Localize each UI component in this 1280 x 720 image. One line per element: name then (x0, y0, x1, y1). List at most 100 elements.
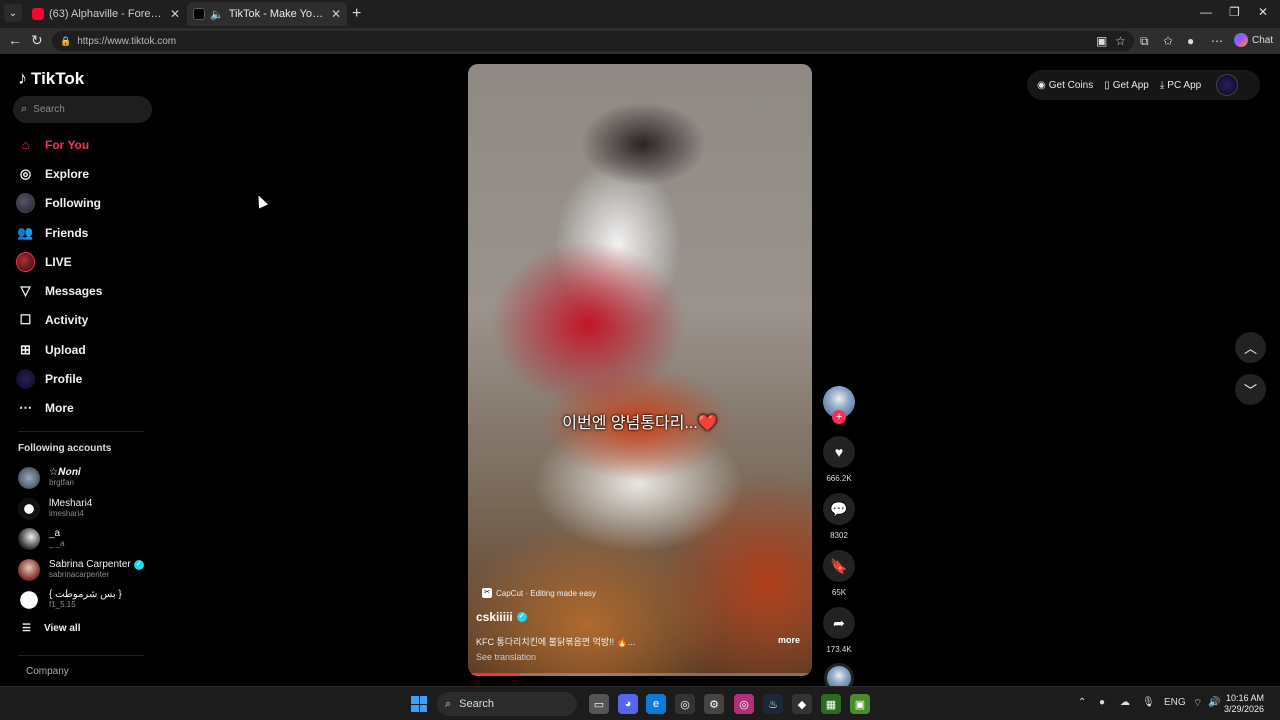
sidebar-item-upload[interactable]: ⊞ Upload (16, 335, 176, 364)
next-video-chevron-down-icon[interactable]: ﹀ (1235, 374, 1266, 405)
account-item[interactable]: lMeshari4 lmeshari4 (18, 494, 158, 525)
discord-icon[interactable]: ◕ (618, 694, 638, 714)
video-author[interactable]: cskiiiii ✓ (476, 610, 527, 624)
windows-start-icon[interactable] (411, 696, 427, 712)
refresh-icon[interactable]: ↻ (31, 32, 43, 49)
copilot-chat-button[interactable]: Chat (1234, 33, 1273, 47)
close-window-icon[interactable]: ✕ (1258, 5, 1268, 19)
sidebar-item-live[interactable]: LIVE (16, 247, 176, 276)
language-indicator[interactable]: ENG (1164, 697, 1186, 708)
get-app-button[interactable]: ▯ Get App (1104, 80, 1149, 91)
account-handle: brgtfan (49, 478, 74, 488)
share-action[interactable]: ➦ 173.4K (822, 607, 856, 654)
close-tab-icon[interactable]: ✕ (331, 7, 341, 21)
favorite-star-icon[interactable]: ☆ (1115, 34, 1126, 48)
tray-app-icon[interactable]: ● (1099, 697, 1105, 708)
app-icon[interactable]: ◆ (792, 694, 812, 714)
video-progress-fill (468, 673, 520, 676)
coin-icon: ◉ (1037, 79, 1046, 91)
get-coins-button[interactable]: ◉ Get Coins (1037, 80, 1093, 91)
sidebar-item-profile[interactable]: Profile (16, 364, 176, 393)
user-avatar[interactable] (1216, 74, 1239, 96)
restore-icon[interactable]: ❐ (1229, 5, 1240, 19)
capcut-text: CapCut · Editing made easy (496, 588, 597, 598)
see-translation-link[interactable]: See translation (476, 652, 536, 662)
minimize-icon[interactable]: — (1200, 5, 1212, 19)
settings-gear-icon[interactable]: ⚙ (704, 694, 724, 714)
sidebar-item-messages[interactable]: ▽ Messages (16, 276, 176, 305)
view-all-button[interactable]: ☰ View all (22, 623, 80, 634)
account-item[interactable]: { بس شرموطت } f1_5.15 (18, 585, 158, 616)
company-link[interactable]: Company (26, 666, 69, 677)
reader-view-icon[interactable]: ▣ (1096, 34, 1107, 48)
account-handle: f1_5.15 (49, 600, 76, 610)
sidebar-item-for-you[interactable]: ⌂ For You (16, 130, 176, 159)
capcut-badge[interactable]: ✂ CapCut · Editing made easy (482, 588, 596, 598)
browser-tab-tiktok[interactable]: 🔈 TikTok - Make Your Day ✕ (187, 2, 347, 26)
more-menu-icon[interactable]: ⋯ (1211, 34, 1223, 48)
sidebar-item-label: Friends (45, 225, 89, 240)
minecraft-launcher-icon[interactable]: ▣ (850, 694, 870, 714)
bookmark-icon[interactable]: 🔖 (823, 550, 855, 582)
account-item[interactable]: _a _ _a (18, 524, 158, 555)
url-text: https://www.tiktok.com (77, 35, 177, 47)
follow-plus-icon[interactable]: + (832, 410, 846, 424)
taskbar-search[interactable]: ⌕ Search (437, 692, 577, 716)
minecraft-icon[interactable]: ▦ (821, 694, 841, 714)
volume-icon[interactable]: 🔊 (1208, 697, 1220, 708)
sidebar-item-friends[interactable]: 👥 Friends (16, 218, 176, 247)
more-button[interactable]: more (778, 635, 800, 645)
video-player[interactable]: 이번엔 양념통다리...❤️ ✂ CapCut · Editing made e… (468, 64, 812, 676)
account-item[interactable]: Sabrina Carpenter ✓ sabrinacarpenter (18, 555, 158, 586)
sidebar-item-label: Following (45, 196, 101, 211)
search-box[interactable]: ⌕ (13, 96, 152, 123)
previous-video-chevron-up-icon[interactable]: ︿ (1235, 332, 1266, 363)
comment-icon[interactable]: 💬 (823, 493, 855, 525)
favorites-list-icon[interactable]: ✩ (1163, 34, 1173, 48)
taskbar-clock[interactable]: 10:16 AM 3/29/2026 (1224, 693, 1264, 715)
save-action[interactable]: 🔖 65K (822, 550, 856, 597)
profile-avatar-icon[interactable]: ● (1187, 34, 1194, 48)
verified-badge-icon: ✓ (133, 559, 144, 570)
search-icon: ⌕ (21, 103, 28, 115)
microphone-icon[interactable]: 🎙 (1142, 697, 1155, 708)
pc-app-button[interactable]: ⤓ PC App (1160, 80, 1201, 91)
sidebar-item-more[interactable]: ⋯ More (16, 394, 176, 423)
new-tab-plus-icon[interactable]: + (352, 5, 361, 23)
share-arrow-icon[interactable]: ➦ (823, 607, 855, 639)
sidebar-item-explore[interactable]: ◎ Explore (16, 159, 176, 188)
file-explorer-icon[interactable]: ▭ (589, 694, 609, 714)
creator-avatar[interactable]: + (823, 386, 855, 424)
steam-icon[interactable]: ♨ (763, 694, 783, 714)
compass-icon: ◎ (19, 165, 32, 181)
url-field[interactable]: 🔒 https://www.tiktok.com (52, 31, 1134, 51)
extensions-icon[interactable]: ⧉ (1140, 34, 1149, 49)
close-tab-icon[interactable]: ✕ (170, 7, 180, 21)
edge-icon[interactable]: e (646, 694, 666, 714)
comment-action[interactable]: 💬 8302 (822, 493, 856, 540)
back-arrow-icon[interactable]: ← (8, 32, 22, 48)
account-item[interactable]: ☆𝑵𝒐𝒏𝒊 brgtfan (18, 463, 158, 494)
taskbar-search-label: Search (459, 698, 495, 710)
sidebar-item-label: Profile (45, 372, 83, 387)
search-icon: ⌕ (445, 697, 452, 710)
tiktok-taskbar-icon[interactable]: ◎ (734, 694, 754, 714)
onedrive-icon[interactable]: ☁ (1120, 697, 1130, 708)
like-action[interactable]: ♥ 666.2K (822, 436, 856, 483)
heart-icon[interactable]: ♥ (823, 436, 855, 468)
search-input[interactable] (33, 104, 134, 115)
sidebar-item-label: For You (45, 137, 90, 152)
tab-list-chevron-icon[interactable]: ⌄ (4, 4, 22, 22)
chrome-icon[interactable]: ◎ (675, 694, 695, 714)
sidebar-item-activity[interactable]: ☐ Activity (16, 306, 176, 335)
video-progress-bar[interactable] (468, 673, 812, 676)
clock-date: 3/29/2026 (1224, 704, 1265, 714)
browser-tab-youtube[interactable]: (63) Alphaville - Forever Young (Ly ✕ (26, 2, 186, 26)
clock-time: 10:16 AM (1226, 693, 1265, 703)
wifi-icon[interactable]: ⌔ (1193, 697, 1202, 710)
tiktok-logo[interactable]: ♪ TikTok (18, 68, 84, 89)
sidebar-item-following[interactable]: Following (16, 189, 176, 218)
speaker-icon[interactable]: 🔈 (210, 8, 224, 21)
account-name: ☆𝑵𝒐𝒏𝒊 (49, 467, 81, 479)
tray-chevron-up-icon[interactable]: ⌃ (1078, 697, 1086, 708)
